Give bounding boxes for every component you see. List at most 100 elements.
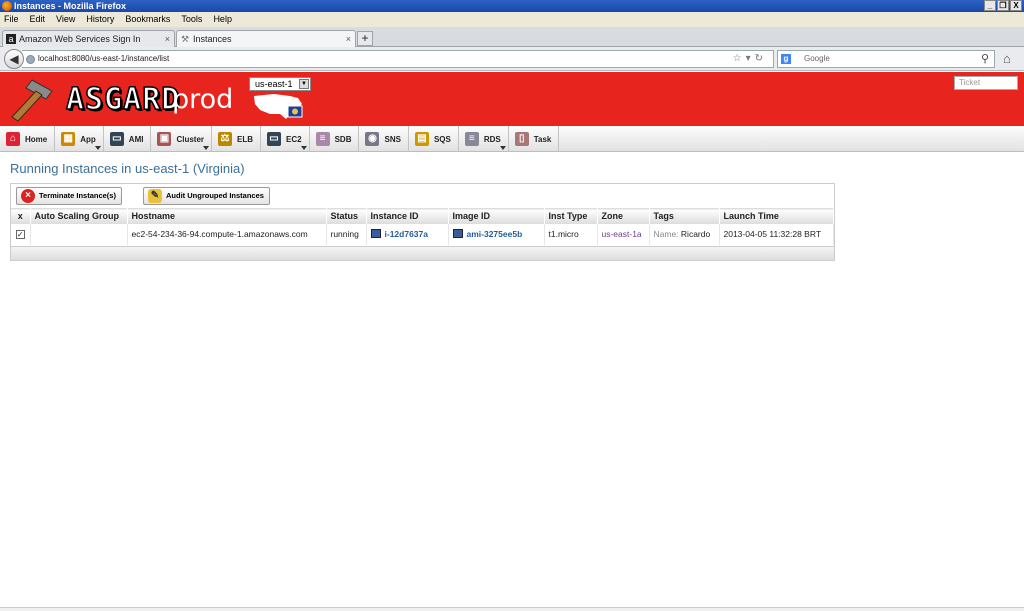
search-placeholder: Google: [804, 54, 830, 63]
nav-elb[interactable]: ⚖ ELB: [212, 126, 262, 152]
column-header-zone[interactable]: Zone: [597, 208, 650, 224]
monitor-icon: ▭: [267, 132, 282, 146]
nav-task[interactable]: ▯ Task: [509, 126, 560, 152]
clipboard-icon: ▯: [514, 132, 529, 146]
menu-edit[interactable]: Edit: [30, 12, 46, 27]
instance-id-link[interactable]: i-12d7637a: [385, 229, 428, 239]
column-header-inst-type[interactable]: Inst Type: [544, 208, 598, 224]
us-map-icon: [254, 94, 303, 119]
menu-tools[interactable]: Tools: [181, 12, 202, 27]
hostname-cell: ec2-54-234-36-94.compute-1.amazonaws.com: [127, 223, 327, 245]
asgard-logo[interactable]: ASGARD: [65, 81, 180, 118]
back-button[interactable]: ◀: [4, 49, 24, 69]
column-header-image-id[interactable]: Image ID: [448, 208, 545, 224]
tab-bar: a Amazon Web Services Sign In × ⚒ Instan…: [0, 27, 1024, 47]
menu-bar: File Edit View History Bookmarks Tools H…: [0, 12, 1024, 27]
nav-label: AMI: [128, 134, 144, 144]
hammer-logo-icon: [11, 79, 53, 122]
nav-label: RDS: [483, 134, 501, 144]
inst-type-cell: t1.micro: [544, 223, 598, 245]
column-header-status[interactable]: Status: [326, 208, 367, 224]
menu-view[interactable]: View: [56, 12, 75, 27]
image-icon: [452, 229, 463, 238]
nav-label: SQS: [433, 134, 451, 144]
table-header: x Auto Scaling Group Hostname Status Ins…: [11, 208, 834, 224]
magnifier-icon[interactable]: ⚲: [981, 51, 989, 67]
zone-link[interactable]: us-east-1a: [602, 229, 642, 239]
nav-label: Home: [25, 134, 48, 144]
chevron-down-icon: ▼: [299, 79, 309, 89]
window-title: Instances - Mozilla Firefox: [14, 1, 127, 11]
table-row: ✓ ec2-54-234-36-94.compute-1.amazonaws.c…: [11, 223, 834, 245]
region-select[interactable]: us-east-1 ▼: [249, 77, 311, 91]
environment-label: prod: [172, 84, 234, 115]
google-icon: g: [781, 54, 791, 64]
menu-file[interactable]: File: [4, 12, 19, 27]
dropdown-arrow-icon: [94, 146, 101, 150]
signal-icon: ◉: [365, 132, 380, 146]
nav-rds[interactable]: ≡ RDS: [459, 126, 509, 152]
status-cell: running: [326, 223, 367, 245]
audit-ungrouped-button[interactable]: ✎ Audit Ungrouped Instances: [143, 187, 270, 205]
image-id-link[interactable]: ami-3275ee5b: [467, 229, 523, 239]
nav-ec2[interactable]: ▭ EC2: [261, 126, 310, 152]
nav-home[interactable]: ⌂ Home: [0, 126, 56, 152]
restore-button[interactable]: ❐: [997, 0, 1009, 11]
broom-icon: ✎: [148, 189, 162, 203]
launch-time-cell: 2013-04-05 11:32:28 BRT: [719, 223, 834, 245]
status-bar: [0, 607, 1024, 611]
menu-bookmarks[interactable]: Bookmarks: [125, 12, 170, 27]
nav-app[interactable]: ▦ App: [55, 126, 104, 152]
action-bar: × Terminate Instance(s) ✎ Audit Ungroupe…: [11, 184, 834, 208]
ami-icon: ▭: [109, 132, 124, 146]
tab-label: Instances: [193, 34, 232, 44]
close-tab-icon[interactable]: ×: [165, 31, 170, 47]
window-title-bar: Instances - Mozilla Firefox _ ❐ X: [0, 0, 1024, 12]
nav-label: Task: [533, 134, 552, 144]
new-tab-button[interactable]: +: [357, 31, 373, 46]
tab-instances[interactable]: ⚒ Instances ×: [176, 30, 356, 47]
instances-panel: × Terminate Instance(s) ✎ Audit Ungroupe…: [10, 183, 835, 261]
row-checkbox[interactable]: ✓: [15, 230, 25, 239]
nav-label: App: [80, 134, 96, 144]
close-button[interactable]: X: [1010, 0, 1022, 11]
button-label: Audit Ungrouped Instances: [166, 191, 264, 200]
menu-help[interactable]: Help: [213, 12, 232, 27]
dropdown-arrow-icon: [499, 146, 506, 150]
column-header-select[interactable]: x: [11, 208, 31, 224]
ticket-input[interactable]: Ticket: [954, 76, 1018, 90]
nav-label: SDB: [334, 134, 352, 144]
navigation-bar: localhost:8080/us-east-1/instance/list ☆…: [0, 47, 1024, 71]
image-id-cell: ami-3275ee5b: [448, 223, 545, 245]
tab-aws-sign-in[interactable]: a Amazon Web Services Sign In ×: [2, 30, 175, 47]
nav-label: Cluster: [176, 134, 205, 144]
asg-cell: [30, 223, 128, 245]
url-bar[interactable]: localhost:8080/us-east-1/instance/list ☆…: [22, 50, 774, 68]
region-value: us-east-1: [255, 79, 293, 89]
search-bar[interactable]: g Google ⚲: [777, 50, 995, 68]
column-header-instance-id[interactable]: Instance ID: [366, 208, 449, 224]
bookmark-star-icon[interactable]: ☆▾↻: [733, 51, 767, 67]
stop-icon: ×: [21, 189, 35, 203]
column-header-tags[interactable]: Tags: [649, 208, 720, 224]
nav-cluster[interactable]: ▣ Cluster: [151, 126, 213, 152]
column-header-asg[interactable]: Auto Scaling Group: [30, 208, 128, 224]
column-header-launch-time[interactable]: Launch Time: [719, 208, 834, 224]
close-tab-icon[interactable]: ×: [346, 31, 351, 47]
nav-sns[interactable]: ◉ SNS: [359, 126, 409, 152]
home-button[interactable]: ⌂: [1003, 51, 1011, 66]
globe-icon: [26, 55, 35, 64]
url-text: localhost:8080/us-east-1/instance/list: [38, 54, 170, 63]
terminate-instances-button[interactable]: × Terminate Instance(s): [16, 187, 122, 205]
app-icon: ▦: [61, 132, 76, 146]
minimize-button[interactable]: _: [984, 0, 996, 11]
nav-ami[interactable]: ▭ AMI: [104, 126, 152, 152]
instance-id-cell: i-12d7637a: [366, 223, 449, 245]
menu-history[interactable]: History: [86, 12, 114, 27]
nav-sqs[interactable]: ▤ SQS: [409, 126, 459, 152]
database-icon: ≡: [315, 132, 330, 146]
cluster-icon: ▣: [157, 132, 172, 146]
column-header-hostname[interactable]: Hostname: [127, 208, 327, 224]
tag-value: Ricardo: [680, 229, 711, 239]
nav-sdb[interactable]: ≡ SDB: [310, 126, 360, 152]
